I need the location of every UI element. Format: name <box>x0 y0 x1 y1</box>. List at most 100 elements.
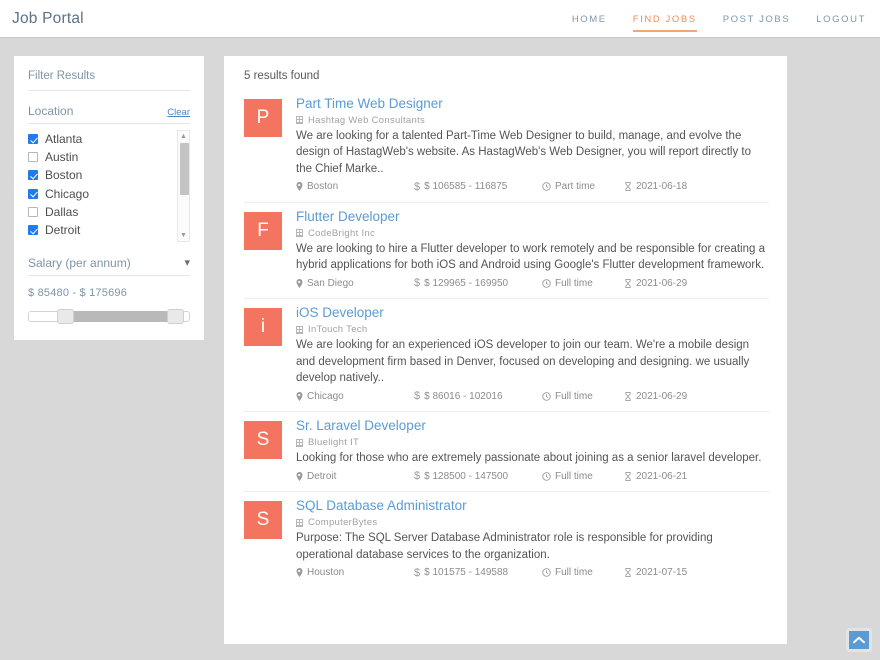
building-icon <box>296 116 303 125</box>
checkbox-chicago[interactable] <box>28 188 38 199</box>
location-option-boston[interactable]: Boston <box>28 166 174 184</box>
dollar-icon: $ <box>414 470 421 483</box>
building-icon <box>296 438 303 447</box>
location-option-detroit[interactable]: Detroit <box>28 221 174 239</box>
clock-icon <box>542 182 551 192</box>
location-option-austin[interactable]: Austin <box>28 148 174 166</box>
map-pin-icon <box>296 471 303 481</box>
salary-range-slider[interactable] <box>28 308 190 324</box>
location-label-austin: Austin <box>45 150 79 165</box>
filter-results-heading: Filter Results <box>28 70 190 91</box>
job-details: Sr. Laravel Developer Bluelight IT Looki… <box>296 418 769 482</box>
hourglass-icon <box>625 391 631 401</box>
nav-item-find-jobs[interactable]: FIND JOBS <box>632 0 697 37</box>
checkbox-boston[interactable] <box>28 170 38 181</box>
job-meta-row: Houston $ $ 101575 - 149588 Full time 20… <box>296 567 769 579</box>
results-count: 5 results found <box>244 70 320 82</box>
job-type: Full time <box>542 471 624 482</box>
scroll-to-top-button[interactable] <box>846 628 872 652</box>
site-logo[interactable]: Job Portal <box>12 10 84 28</box>
job-company: Bluelight IT <box>296 437 769 448</box>
job-date: 2021-06-21 <box>624 471 687 482</box>
job-results-panel: 5 results found P Part Time Web Designer… <box>224 56 787 644</box>
checkbox-austin[interactable] <box>28 152 38 163</box>
company-name: InTouch Tech <box>308 324 368 336</box>
clock-icon <box>542 392 551 401</box>
job-description: We are looking to hire a Flutter develop… <box>296 242 765 272</box>
location-label-boston: Boston <box>45 168 83 183</box>
top-navigation-bar: Job Portal HOME FIND JOBS POST JOBS LOGO… <box>0 0 880 38</box>
clock-icon <box>542 472 551 481</box>
dollar-icon: $ <box>414 277 421 290</box>
location-list-wrapper: Atlanta Austin Boston Chicago Dallas Det… <box>28 130 190 242</box>
job-location-text: San Diego <box>307 277 354 289</box>
nav-item-home[interactable]: HOME <box>572 0 607 37</box>
clear-filters-link[interactable]: Clear <box>167 107 190 118</box>
location-label-chicago: Chicago <box>45 186 90 201</box>
job-date: 2021-06-29 <box>624 278 687 289</box>
job-meta-row: Detroit $ $ 128500 - 147500 Full time 20… <box>296 470 769 482</box>
job-listing-item[interactable]: F Flutter Developer CodeBright Inc We ar… <box>244 203 769 300</box>
slider-handle-min[interactable] <box>57 309 75 324</box>
job-location: San Diego <box>296 278 414 289</box>
map-pin-icon <box>296 182 303 192</box>
nav-links: HOME FIND JOBS POST JOBS LOGOUT <box>572 0 866 37</box>
slider-handle-max[interactable] <box>166 309 184 324</box>
checkbox-dallas[interactable] <box>28 206 38 217</box>
job-location: Chicago <box>296 391 414 402</box>
job-date-text: 2021-06-18 <box>636 181 688 193</box>
job-details: Flutter Developer CodeBright Inc We are … <box>296 209 769 290</box>
job-title-link[interactable]: Part Time Web Designer <box>296 96 769 113</box>
job-title-link[interactable]: Flutter Developer <box>296 209 769 226</box>
location-option-atlanta[interactable]: Atlanta <box>28 130 174 148</box>
map-pin-icon <box>296 568 303 578</box>
job-type: Full time <box>542 278 624 289</box>
job-description: We are looking for an experienced iOS de… <box>296 339 750 384</box>
job-company: InTouch Tech <box>296 324 769 335</box>
salary-section-header[interactable]: Salary (per annum) ▾ <box>28 256 190 276</box>
job-location-text: Boston <box>307 181 339 193</box>
job-description: We are looking for a talented Part-Time … <box>296 129 752 175</box>
job-title-link[interactable]: iOS Developer <box>296 305 769 322</box>
job-company: CodeBright Inc <box>296 228 769 239</box>
job-type-text: Full time <box>555 567 593 579</box>
location-list-scrollbar[interactable]: ▲ ▼ <box>177 130 190 242</box>
nav-item-post-jobs[interactable]: POST JOBS <box>723 0 791 37</box>
job-meta-row: Chicago $ $ 86016 - 102016 Full time 202… <box>296 390 769 402</box>
job-listing-item[interactable]: S SQL Database Administrator ComputerByt… <box>244 492 769 588</box>
job-salary-text: $ 86016 - 102016 <box>424 390 503 402</box>
job-location: Boston <box>296 181 414 192</box>
job-salary-text: $ 128500 - 147500 <box>424 470 509 482</box>
job-location-text: Houston <box>307 567 345 579</box>
job-listing-item[interactable]: P Part Time Web Designer Hashtag Web Con… <box>244 90 769 203</box>
scroll-up-arrow-icon[interactable]: ▲ <box>178 131 189 142</box>
checkbox-atlanta[interactable] <box>28 134 38 145</box>
clock-icon <box>542 568 551 578</box>
filter-sidebar: Filter Results Location Clear Atlanta Au… <box>14 56 204 340</box>
scrollbar-thumb[interactable] <box>180 143 189 195</box>
job-type-text: Part time <box>555 181 596 193</box>
checkbox-detroit[interactable] <box>28 225 38 236</box>
company-name: Bluelight IT <box>308 437 360 449</box>
scroll-down-arrow-icon[interactable]: ▼ <box>178 230 189 241</box>
job-listing-item[interactable]: S Sr. Laravel Developer Bluelight IT Loo… <box>244 412 769 493</box>
job-salary: $ $ 86016 - 102016 <box>414 390 542 402</box>
location-option-dallas[interactable]: Dallas <box>28 203 174 221</box>
job-date: 2021-06-18 <box>624 181 687 192</box>
location-label: Location <box>28 104 74 118</box>
job-date-text: 2021-07-15 <box>636 567 688 579</box>
job-salary: $ $ 106585 - 116875 <box>414 181 542 193</box>
job-title-link[interactable]: Sr. Laravel Developer <box>296 418 769 435</box>
nav-item-logout[interactable]: LOGOUT <box>816 0 866 37</box>
company-name: CodeBright Inc <box>308 227 376 239</box>
job-salary-text: $ 101575 - 149588 <box>424 567 509 579</box>
chevron-down-icon[interactable]: ▾ <box>184 257 190 269</box>
job-title-link[interactable]: SQL Database Administrator <box>296 498 769 515</box>
job-meta-row: Boston $ $ 106585 - 116875 Part time 202… <box>296 181 769 193</box>
location-option-chicago[interactable]: Chicago <box>28 185 174 203</box>
dollar-icon: $ <box>414 180 421 193</box>
job-listing-item[interactable]: i iOS Developer InTouch Tech We are look… <box>244 299 769 413</box>
location-label-detroit: Detroit <box>45 223 81 238</box>
job-date: 2021-07-15 <box>624 567 687 578</box>
hourglass-icon <box>625 279 631 288</box>
